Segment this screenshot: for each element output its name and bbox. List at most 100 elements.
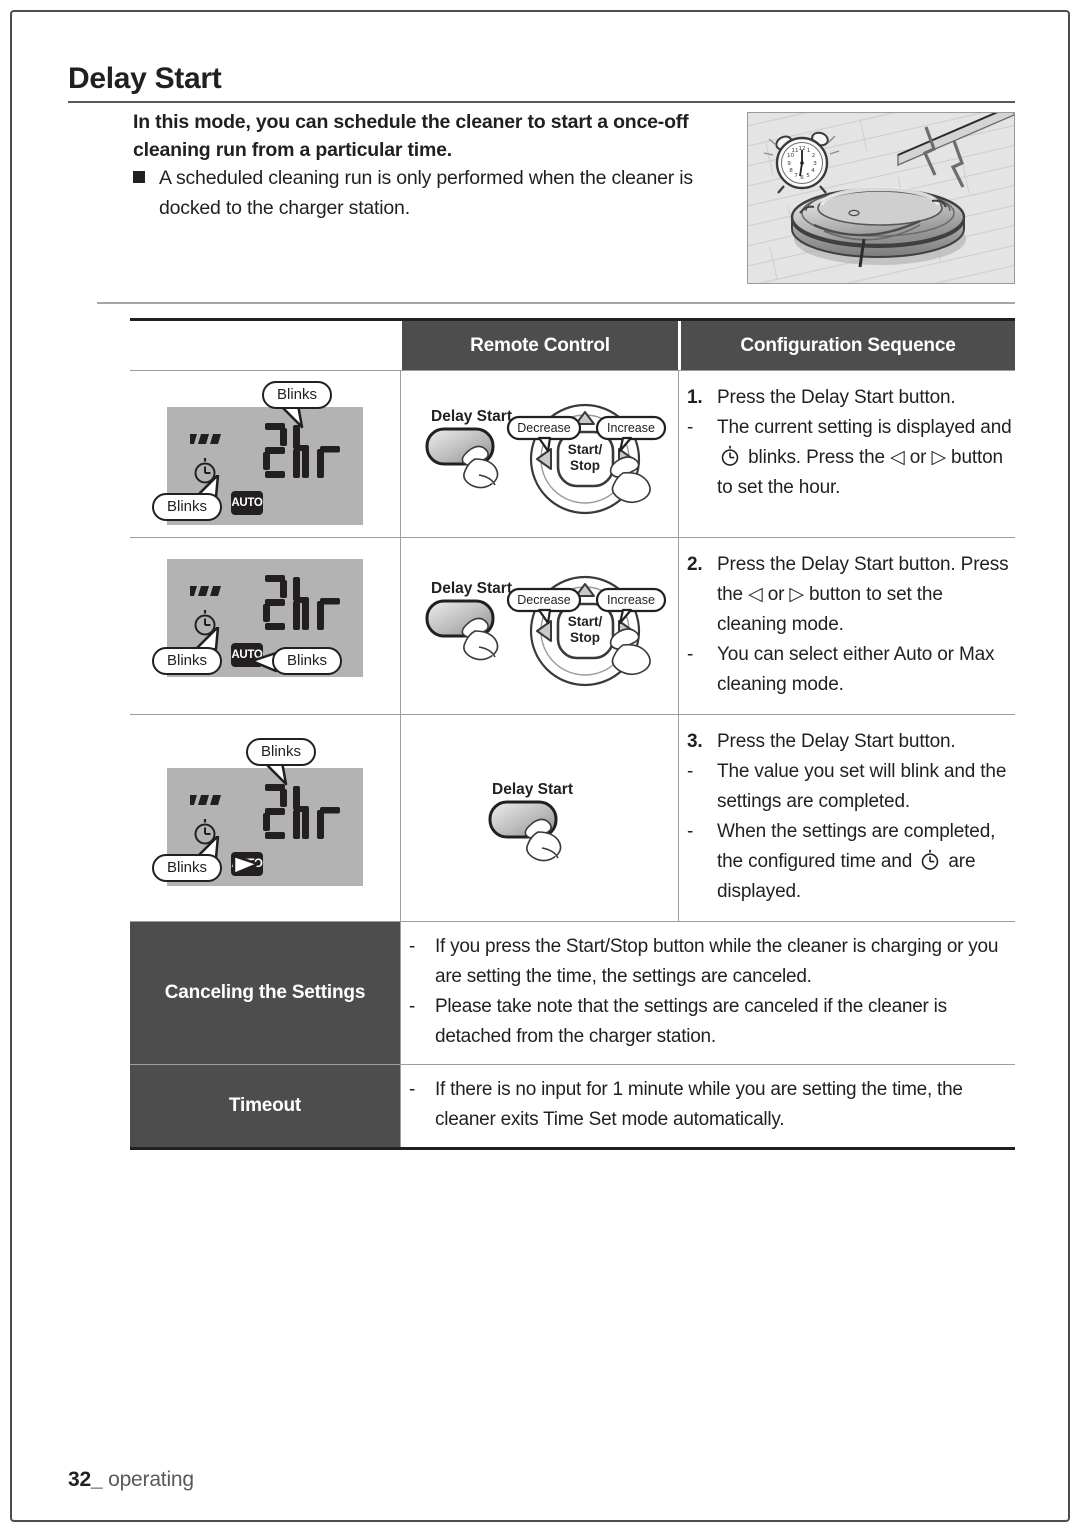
lcd-time-display-step3: [263, 784, 340, 839]
start-stop-label-line1: Start/: [567, 442, 602, 457]
note-label-timeout: Timeout: [130, 1065, 400, 1147]
note-dash: -: [409, 936, 416, 957]
battery-icon: [190, 434, 221, 444]
step-marker: -: [687, 821, 694, 842]
step-marker: -: [687, 417, 694, 438]
step-item: - You can select either Auto or Max clea…: [687, 640, 1015, 700]
step-text: Press the Delay Start button.: [717, 387, 956, 408]
table-header-configuration-sequence: Configuration Sequence: [678, 321, 1015, 370]
robot-cleaner-illustration: 12 1 2 3 4 5 6 7 8 9 10 11: [747, 112, 1015, 284]
table-row: AUTO Blinks Blinks Delay Start Start/ St…: [130, 537, 1015, 714]
table-header-row: Remote Control Configuration Sequence: [130, 318, 1015, 370]
note-text: Please take note that the settings are c…: [435, 996, 947, 1047]
remote-control-cell-step3: Delay Start: [400, 715, 678, 921]
clock-icon: [922, 849, 939, 870]
remote-control-cell-step2: Delay Start Start/ Stop Decrease Increas…: [400, 538, 678, 714]
svg-text:Delay Start: Delay Start: [492, 781, 573, 798]
step-text: Press the Delay Start button.: [717, 731, 956, 752]
svg-text:2: 2: [812, 153, 816, 159]
battery-icon: [190, 586, 221, 596]
note-text: If you press the Start/Stop button while…: [435, 936, 999, 987]
step-marker: -: [687, 644, 694, 665]
page-footer: 32_ operating: [68, 1468, 194, 1492]
lcd-display-cell-step1: Blinks AUTO Blinks: [130, 371, 400, 537]
note-item: - If you press the Start/Stop button whi…: [409, 932, 1005, 992]
note-item: - If there is no input for 1 minute whil…: [409, 1075, 1005, 1135]
right-triangle-icon: ▷: [931, 447, 946, 468]
square-bullet-icon: [133, 171, 145, 183]
decrease-label: Decrease: [517, 421, 571, 435]
step-text: Press the Delay Start button. Press the …: [717, 554, 1009, 635]
callout-blinks-clock-step2: Blinks: [152, 647, 223, 675]
note-dash: -: [409, 1079, 416, 1100]
configuration-steps-step3: 3. Press the Delay Start button. - The v…: [678, 715, 1015, 921]
intro-bullet-item: A scheduled cleaning run is only perform…: [133, 163, 753, 223]
left-triangle-icon: ◁: [890, 447, 905, 468]
svg-text:Start/: Start/: [567, 614, 602, 629]
remote-control-cell-step1: Delay Start Start/ Stop Decrease Increas…: [400, 371, 678, 537]
footer-separator: _: [90, 1468, 103, 1491]
step-item: 1. Press the Delay Start button.: [687, 383, 1015, 413]
lcd-display-cell-step3: Blinks Blinks: [130, 715, 400, 921]
callout-blinks-clock-auto-step3: Blinks: [152, 854, 223, 882]
configuration-steps-step2: 2. Press the Delay Start button. Press t…: [678, 538, 1015, 714]
page-title: Delay Start: [68, 62, 222, 95]
battery-icon: [190, 795, 221, 805]
note-row-timeout: Timeout - If there is no input for 1 min…: [130, 1064, 1015, 1147]
svg-text:Increase: Increase: [607, 593, 655, 607]
clock-icon: [721, 445, 739, 466]
svg-text:11: 11: [791, 148, 799, 154]
svg-text:1: 1: [807, 148, 811, 154]
page-content: Delay Start In this mode, you can schedu…: [0, 0, 1080, 1532]
lcd-time-display-step1: [263, 423, 340, 478]
svg-text:5: 5: [806, 173, 810, 179]
step-text: When the settings are completed, the con…: [717, 821, 996, 902]
svg-text:Delay Start: Delay Start: [431, 580, 512, 597]
step-text: You can select either Auto or Max cleani…: [717, 644, 995, 695]
lcd-display-cell-step2: AUTO Blinks Blinks: [130, 538, 400, 714]
note-label-canceling: Canceling the Settings: [130, 922, 400, 1064]
intro-heading: In this mode, you can schedule the clean…: [133, 111, 689, 161]
start-stop-label-line2: Stop: [570, 458, 600, 473]
svg-text:4: 4: [811, 168, 815, 174]
svg-text:9: 9: [787, 161, 791, 167]
note-row-canceling: Canceling the Settings - If you press th…: [130, 921, 1015, 1064]
lcd-time-display-step2: [263, 575, 340, 630]
table-row: Blinks: [130, 370, 1015, 537]
remote-control-diagram-step1: Delay Start Start/ Stop Decrease Increas…: [425, 403, 666, 515]
step-item: 2. Press the Delay Start button. Press t…: [687, 550, 1015, 640]
table-header-blank: [130, 321, 400, 370]
intro-bullet-text: A scheduled cleaning run is only perform…: [159, 167, 693, 219]
footer-section-label: operating: [108, 1468, 194, 1491]
left-triangle-icon: ◁: [748, 584, 763, 605]
step-item: - The current setting is displayed and b…: [687, 413, 1015, 503]
table-header-remote-control: Remote Control: [400, 321, 678, 370]
delay-start-table: Remote Control Configuration Sequence Bl…: [130, 318, 1015, 1150]
step-text: The current setting is displayed and bli…: [717, 417, 1012, 498]
footer-page-number: 32: [68, 1468, 91, 1491]
remote-control-diagram-step3: Delay Start: [488, 781, 573, 862]
remote-control-diagram-step2: Delay Start Start/ Stop Decrease Increas…: [425, 575, 666, 687]
callout-tail-auto-step3: [232, 854, 260, 876]
step-marker: 2.: [687, 554, 703, 575]
callout-blinks-time-step3: Blinks: [246, 738, 317, 766]
note-item: - Please take note that the settings are…: [409, 992, 1005, 1052]
svg-text:7: 7: [794, 173, 798, 179]
note-body-canceling: - If you press the Start/Stop button whi…: [400, 922, 1015, 1064]
callout-blinks-auto-step2: Blinks: [272, 647, 343, 675]
step-item: - When the settings are completed, the c…: [687, 817, 1015, 907]
svg-text:Delay Start: Delay Start: [431, 408, 512, 425]
configuration-steps-step1: 1. Press the Delay Start button. - The c…: [678, 371, 1015, 537]
step-item: 3. Press the Delay Start button.: [687, 727, 1015, 757]
step-marker: 3.: [687, 731, 703, 752]
title-divider: [68, 101, 1015, 103]
table-row: Blinks: [130, 714, 1015, 921]
increase-label: Increase: [607, 421, 655, 435]
svg-text:8: 8: [789, 168, 793, 174]
callout-blinks-time-step1: Blinks: [262, 381, 333, 409]
step-item: - The value you set will blink and the s…: [687, 757, 1015, 817]
table-bottom-rule: [130, 1147, 1015, 1150]
note-text: If there is no input for 1 minute while …: [435, 1079, 963, 1130]
callout-blinks-clock-step1: Blinks: [152, 493, 223, 521]
step-text: The value you set will blink and the set…: [717, 761, 1007, 812]
